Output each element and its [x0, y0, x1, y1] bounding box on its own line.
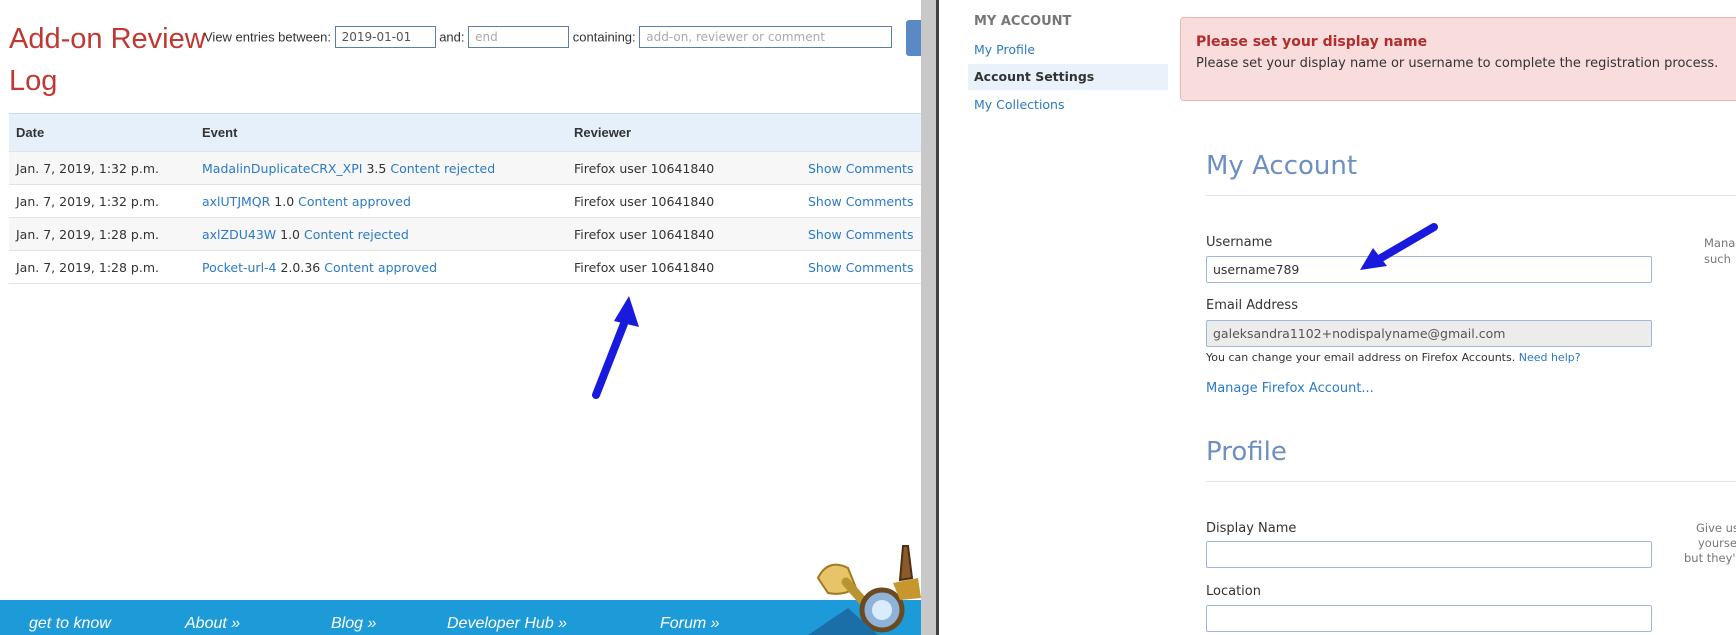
- start-date-input[interactable]: [334, 26, 436, 48]
- account-settings-pane: MY ACCOUNT My Profile Account Settings M…: [939, 0, 1736, 635]
- review-action-link[interactable]: Content rejected: [390, 161, 495, 176]
- profile-aside-line-3: but they'l: [1684, 551, 1736, 565]
- row-reviewer: Firefox user 10641840: [567, 151, 801, 185]
- table-header-row: Date Event Reviewer: [9, 113, 921, 152]
- sidebar-item-my-profile[interactable]: My Profile: [968, 37, 1168, 63]
- header-date: Date: [9, 113, 195, 152]
- my-account-heading: My Account: [1206, 151, 1358, 181]
- row-date: Jan. 7, 2019, 1:28 p.m.: [9, 217, 195, 251]
- mascot-illustration-icon: [808, 545, 921, 635]
- email-label: Email Address: [1206, 298, 1298, 313]
- window-divider: [921, 0, 936, 635]
- footer-tagline: get to know: [29, 615, 111, 632]
- filter-bar: View entries between: and: containing:: [204, 26, 893, 48]
- site-footer: get to know About » Blog » Developer Hub…: [0, 600, 921, 635]
- display-name-label: Display Name: [1206, 521, 1297, 536]
- location-label: Location: [1206, 584, 1261, 599]
- username-label: Username: [1206, 235, 1273, 250]
- addon-link[interactable]: Pocket-url-4: [202, 260, 277, 275]
- table-row: Jan. 7, 2019, 1:32 p.m. MadalinDuplicate…: [9, 151, 921, 185]
- addon-version: 2.0.36: [280, 259, 321, 275]
- email-help-label: You can change your email address on Fir…: [1206, 351, 1516, 364]
- section-divider: [1206, 195, 1736, 196]
- show-comments-link[interactable]: Show Comments: [808, 260, 913, 275]
- alert-body: Please set your display name or username…: [1196, 56, 1719, 71]
- email-input[interactable]: [1206, 320, 1652, 347]
- search-input[interactable]: [639, 26, 893, 48]
- between-label: View entries between:: [204, 29, 331, 45]
- header-reviewer: Reviewer: [567, 113, 801, 152]
- row-date: Jan. 7, 2019, 1:32 p.m.: [9, 184, 195, 218]
- header-event: Event: [195, 113, 567, 152]
- sidebar-heading: MY ACCOUNT: [974, 14, 1072, 29]
- addon-version: 1.0: [274, 193, 295, 209]
- addon-link[interactable]: axlUTJMQR: [202, 194, 270, 209]
- email-help-text: You can change your email address on Fir…: [1206, 351, 1581, 364]
- review-log-table: Date Event Reviewer Jan. 7, 2019, 1:32 p…: [9, 113, 921, 284]
- display-name-alert: Please set your display name Please set …: [1180, 17, 1736, 101]
- review-action-link[interactable]: Content rejected: [304, 227, 409, 242]
- row-reviewer: Firefox user 10641840: [567, 250, 801, 284]
- review-action-link[interactable]: Content approved: [324, 260, 437, 275]
- footer-link-developer-hub[interactable]: Developer Hub »: [447, 615, 567, 633]
- row-reviewer: Firefox user 10641840: [567, 184, 801, 218]
- account-aside-line-2: such: [1704, 252, 1731, 266]
- row-event: axlUTJMQR 1.0 Content approved: [195, 184, 567, 218]
- show-comments-link[interactable]: Show Comments: [808, 194, 913, 209]
- section-divider: [1206, 481, 1736, 482]
- row-reviewer: Firefox user 10641840: [567, 217, 801, 251]
- page-title: Add-on Review Log: [9, 23, 206, 97]
- row-event: axlZDU43W 1.0 Content rejected: [195, 217, 567, 251]
- sidebar-item-account-settings[interactable]: Account Settings: [968, 64, 1168, 90]
- sidebar-item-my-collections[interactable]: My Collections: [968, 92, 1168, 118]
- footer-link-forum[interactable]: Forum »: [660, 615, 720, 633]
- table-row: Jan. 7, 2019, 1:32 p.m. axlUTJMQR 1.0 Co…: [9, 184, 921, 218]
- row-event: Pocket-url-4 2.0.36 Content approved: [195, 250, 567, 284]
- review-action-link[interactable]: Content approved: [298, 194, 411, 209]
- and-label: and:: [439, 29, 465, 45]
- location-input[interactable]: [1206, 605, 1652, 632]
- username-input[interactable]: [1206, 256, 1652, 283]
- need-help-link[interactable]: Need help?: [1519, 351, 1581, 364]
- row-event: MadalinDuplicateCRX_XPI 3.5 Content reje…: [195, 151, 567, 185]
- header-actions: [801, 113, 921, 152]
- show-comments-link[interactable]: Show Comments: [808, 161, 913, 176]
- review-log-pane: Add-on Review Log View entries between: …: [0, 0, 921, 635]
- account-aside-line-1: Mana: [1704, 236, 1736, 250]
- row-date: Jan. 7, 2019, 1:28 p.m.: [9, 250, 195, 284]
- addon-link[interactable]: MadalinDuplicateCRX_XPI: [202, 161, 362, 176]
- table-row: Jan. 7, 2019, 1:28 p.m. axlZDU43W 1.0 Co…: [9, 217, 921, 251]
- end-date-input[interactable]: [468, 26, 570, 48]
- show-comments-link[interactable]: Show Comments: [808, 227, 913, 242]
- addon-version: 1.0: [280, 226, 301, 242]
- profile-aside-line-2: yoursel: [1698, 536, 1736, 550]
- profile-aside-line-1: Give us: [1696, 521, 1736, 535]
- table-row: Jan. 7, 2019, 1:28 p.m. Pocket-url-4 2.0…: [9, 250, 921, 284]
- addon-link[interactable]: axlZDU43W: [202, 227, 276, 242]
- footer-link-about[interactable]: About »: [185, 615, 240, 633]
- addon-version: 3.5: [366, 160, 387, 176]
- display-name-input[interactable]: [1206, 541, 1652, 568]
- containing-label: containing:: [572, 29, 636, 45]
- filter-submit-button[interactable]: [906, 20, 921, 56]
- alert-title: Please set your display name: [1196, 34, 1428, 50]
- profile-heading: Profile: [1206, 437, 1287, 467]
- row-date: Jan. 7, 2019, 1:32 p.m.: [9, 151, 195, 185]
- manage-firefox-account-link[interactable]: Manage Firefox Account...: [1206, 381, 1374, 396]
- footer-link-blog[interactable]: Blog »: [331, 615, 376, 633]
